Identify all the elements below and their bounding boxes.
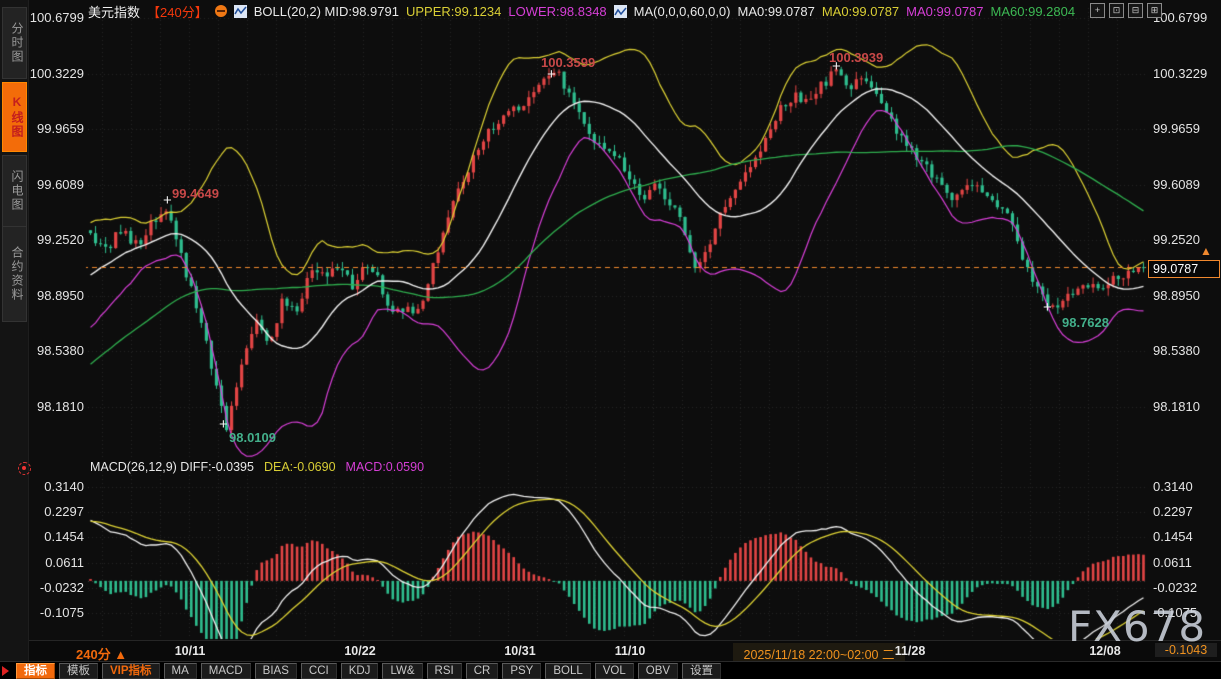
toolbar-button-MACD[interactable]: MACD: [201, 663, 251, 679]
sidebar-tab-2[interactable]: K线图: [2, 82, 27, 152]
macd-axis-label-right: 0.2297: [1153, 504, 1219, 520]
ma0-white-value: MA0:99.0787: [737, 4, 814, 19]
ma-indicator-icon[interactable]: [614, 5, 627, 18]
toolbar-button-LW&[interactable]: LW&: [382, 663, 422, 679]
sidebar-tab-3[interactable]: 闪电图: [2, 155, 27, 227]
macd-hist-value: MACD:0.0590: [346, 460, 425, 474]
candlestick-chart-canvas[interactable]: [0, 0, 1221, 679]
collapse-icon[interactable]: [215, 5, 227, 17]
date-label: 11/28: [865, 644, 955, 658]
ma-params: MA(0,0,0,60,0,0): [634, 4, 731, 19]
window-tools: + ⊡ ⊟ ⊞: [1090, 3, 1162, 18]
price-axis-label-right: 99.6089: [1153, 177, 1219, 193]
price-axis-label-left: 99.6089: [28, 177, 84, 193]
sidebar-tab-4[interactable]: 合约资料: [2, 226, 27, 322]
boll-lower-value: LOWER:98.8348: [508, 4, 606, 19]
boll-upper-value: UPPER:99.1234: [406, 4, 501, 19]
date-label: 11/10: [585, 644, 675, 658]
macd-axis-label-right: 0.3140: [1153, 479, 1219, 495]
ma0-yellow-value: MA0:99.0787: [822, 4, 899, 19]
fit-left-icon[interactable]: ⊡: [1109, 3, 1124, 18]
toolbar-button-VOL[interactable]: VOL: [595, 663, 634, 679]
price-axis-label-right: 98.8950: [1153, 288, 1219, 304]
pan-tool-icon[interactable]: +: [1090, 3, 1105, 18]
macd-axis-label-left: 0.2297: [28, 504, 84, 520]
period-tag: 【240分】: [147, 2, 208, 21]
toolbar-button-BIAS[interactable]: BIAS: [255, 663, 297, 679]
ma60-value: MA60:99.2804: [991, 4, 1076, 19]
price-axis-label-left: 99.9659: [28, 121, 84, 137]
price-axis-label-left: 98.8950: [28, 288, 84, 304]
extreme-cross-marker: +: [1043, 303, 1052, 313]
macd-axis-label-left: 0.0611: [28, 555, 84, 571]
boll-values: BOLL(20,2) MID:98.9791: [254, 4, 399, 19]
macd-header: MACD(26,12,9) DIFF:-0.0395 DEA:-0.0690 M…: [90, 460, 424, 474]
toolbar-button-KDJ[interactable]: KDJ: [341, 663, 379, 679]
extreme-cross-marker: +: [163, 196, 172, 206]
extreme-cross-marker: +: [832, 62, 841, 72]
page-forward-icon[interactable]: ⊞: [1147, 3, 1162, 18]
toolbar-button-指标[interactable]: 指标: [16, 663, 55, 679]
price-axis-label-left: 100.6799: [28, 10, 84, 26]
price-annotation: 98.0109: [229, 430, 276, 445]
macd-axis-label-left: 0.3140: [28, 479, 84, 495]
macd-axis-label-left: -0.1075: [28, 605, 84, 621]
chart-header: 美元指数 【240分】 BOLL(20,2) MID:98.9791 UPPER…: [88, 3, 1075, 19]
price-axis-label-right: 98.1810: [1153, 399, 1219, 415]
toolbar-button-RSI[interactable]: RSI: [427, 663, 462, 679]
macd-axis-label-left: -0.0232: [28, 580, 84, 596]
extreme-cross-marker: +: [547, 70, 556, 80]
fit-right-icon[interactable]: ⊟: [1128, 3, 1143, 18]
macd-diff-value: MACD(26,12,9) DIFF:-0.0395: [90, 460, 254, 474]
price-up-arrow-icon: ▲: [1200, 244, 1212, 258]
ma0-magenta-value: MA0:99.0787: [906, 4, 983, 19]
toolbar-button-CR[interactable]: CR: [466, 663, 499, 679]
boll-indicator-icon[interactable]: [234, 5, 247, 18]
toolbar-corner-icon: [2, 666, 9, 676]
price-axis-label-left: 99.2520: [28, 232, 84, 248]
trading-app: 分时图 K线图闪电图合约资料 美元指数 【240分】 BOLL(20,2) MID…: [0, 0, 1221, 679]
sidebar: 分时图 K线图闪电图合约资料: [0, 0, 29, 679]
price-annotation: 99.4649: [172, 186, 219, 201]
toolbar-button-模板[interactable]: 模板: [59, 663, 98, 679]
date-axis-row: 240分 ▲ 2025/11/18 22:00~02:00 二 -0.1043 …: [0, 640, 1221, 662]
price-annotation: 98.7628: [1062, 315, 1109, 330]
price-axis-label-left: 100.3229: [28, 66, 84, 82]
toolbar-button-OBV[interactable]: OBV: [638, 663, 678, 679]
macd-axis-label-right: 0.1454: [1153, 529, 1219, 545]
price-axis-label-left: 98.1810: [28, 399, 84, 415]
price-axis-label-right: 100.3229: [1153, 66, 1219, 82]
price-axis-label-left: 98.5380: [28, 343, 84, 359]
macd-axis-label-right: 0.0611: [1153, 555, 1219, 571]
macd-axis-label-right: -0.0232: [1153, 580, 1219, 596]
price-axis-label-right: 98.5380: [1153, 343, 1219, 359]
toolbar-button-BOLL[interactable]: BOLL: [545, 663, 590, 679]
price-axis-label-right: 99.9659: [1153, 121, 1219, 137]
macd-settings-icon[interactable]: [18, 462, 31, 475]
watermark: FX678: [1068, 602, 1206, 651]
toolbar-button-PSY[interactable]: PSY: [502, 663, 541, 679]
current-price-marker: 99.0787: [1148, 260, 1220, 278]
toolbar-button-设置[interactable]: 设置: [682, 663, 721, 679]
date-label: 10/11: [145, 644, 235, 658]
macd-dea-value: DEA:-0.0690: [264, 460, 336, 474]
indicator-toolbar: 指标模板VIP指标MAMACDBIASCCIKDJLW&RSICRPSYBOLL…: [0, 661, 1221, 679]
toolbar-button-MA[interactable]: MA: [164, 663, 197, 679]
symbol-name: 美元指数: [88, 2, 140, 21]
date-label: 10/31: [475, 644, 565, 658]
date-label: 10/22: [315, 644, 405, 658]
toolbar-button-VIP指标[interactable]: VIP指标: [102, 663, 160, 679]
toolbar-button-CCI[interactable]: CCI: [301, 663, 337, 679]
price-axis-label-right: 100.6799: [1153, 10, 1219, 26]
extreme-cross-marker: +: [219, 420, 228, 430]
macd-axis-label-left: 0.1454: [28, 529, 84, 545]
sidebar-tab-1[interactable]: 分时图: [2, 7, 27, 79]
